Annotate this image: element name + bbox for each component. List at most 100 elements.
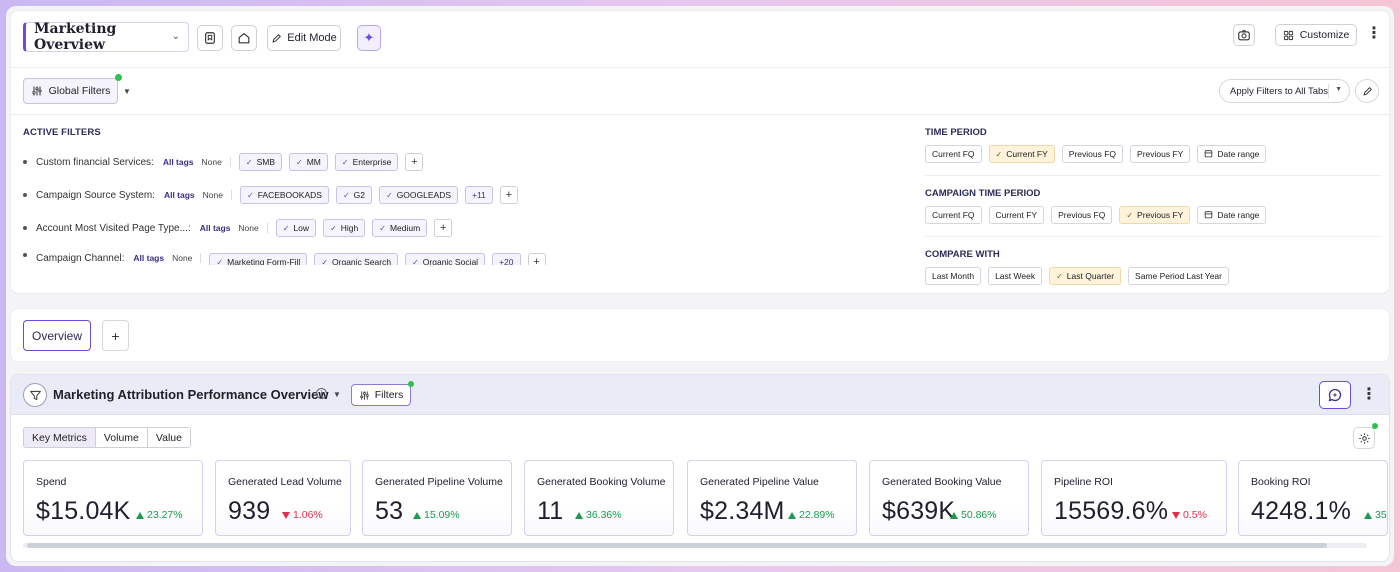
time-period-options: Current FQ ✓ Current FY Previous FQ Previous… xyxy=(925,145,1267,163)
metric-card[interactable]: Generated Pipeline Value $2.34M 22.89% xyxy=(687,460,857,536)
all-tags-link[interactable]: All tags xyxy=(200,223,231,233)
filter-tag[interactable]: ✓ High xyxy=(323,219,366,237)
all-tags-link[interactable]: All tags xyxy=(133,253,164,263)
filter-tag[interactable]: ✓ GOOGLEADS xyxy=(378,186,459,204)
filter-tag[interactable]: ✓ SMB xyxy=(238,153,282,171)
home-button[interactable] xyxy=(231,25,257,51)
caret-down-icon[interactable]: ▼ xyxy=(123,87,131,96)
metric-card[interactable]: Generated Booking Volume 11 36.36% xyxy=(524,460,674,536)
metric-value: 11 xyxy=(537,497,564,525)
metric-title: Generated Pipeline Value xyxy=(700,476,819,488)
widget-filters-button[interactable]: Filters xyxy=(351,381,414,406)
option-pill[interactable]: Date range xyxy=(1197,206,1267,224)
metric-card[interactable]: Generated Booking Value $639K 50.86% xyxy=(869,460,1029,536)
option-label: Last Quarter xyxy=(1066,271,1115,281)
filter-tag[interactable]: ✓ Low xyxy=(275,219,317,237)
calendar-icon xyxy=(1204,210,1213,221)
filter-row: Custom financial Services: All tags None ✓ S… xyxy=(23,152,424,172)
filter-tag[interactable]: ✓ Enterprise xyxy=(334,153,399,171)
filter-tag[interactable]: ✓ G2 xyxy=(335,186,372,204)
filter-tag-label: High xyxy=(340,223,359,233)
metric-title: Generated Booking Volume xyxy=(537,476,666,488)
filter-tag[interactable]: ✓ Organic Search xyxy=(314,253,399,265)
filter-tag[interactable]: ✓ FACEBOOKADS xyxy=(239,186,329,204)
filter-tag[interactable]: ✓ Marketing Form-Fill xyxy=(209,253,308,265)
metric-delta: 15.09% xyxy=(413,509,460,521)
metric-card[interactable]: Generated Pipeline Volume 53 15.09% xyxy=(362,460,512,536)
filter-tag-label: MM xyxy=(306,157,321,167)
segment-volume[interactable]: Volume xyxy=(96,428,148,447)
none-link[interactable]: None xyxy=(172,253,202,263)
tab-overview[interactable]: Overview xyxy=(23,320,91,351)
snapshot-button[interactable] xyxy=(1233,24,1255,46)
ai-assistant-button[interactable]: ✦ xyxy=(357,25,381,51)
segment-key-metrics[interactable]: Key Metrics xyxy=(24,428,96,447)
customize-button[interactable]: Customize xyxy=(1275,24,1357,46)
global-filters-button[interactable]: Global Filters xyxy=(23,74,122,104)
settings-button[interactable] xyxy=(1353,423,1378,449)
bullet xyxy=(23,193,27,197)
calendar-icon xyxy=(1204,149,1213,160)
active-indicator xyxy=(408,381,414,387)
more-tags-badge[interactable]: +11 xyxy=(465,186,493,204)
segment-value[interactable]: Value xyxy=(148,428,190,447)
more-tags-badge[interactable]: +20 xyxy=(492,253,521,265)
metric-delta: 22.89% xyxy=(788,509,835,521)
scrollbar-thumb[interactable] xyxy=(27,543,1327,548)
caret-down-icon[interactable]: ▼ xyxy=(333,390,341,399)
filter-tag[interactable]: ✓ MM xyxy=(288,153,328,171)
metric-card[interactable]: Pipeline ROI 15569.6% 0.5% xyxy=(1041,460,1227,536)
gear-icon xyxy=(1358,432,1370,444)
option-pill[interactable]: Current FQ xyxy=(925,145,982,163)
metric-card[interactable]: Spend $15.04K 23.27% xyxy=(23,460,203,536)
option-pill[interactable]: ✓ Previous FY xyxy=(1119,206,1191,224)
add-tag-button[interactable]: + xyxy=(434,219,453,237)
add-tag-button[interactable]: + xyxy=(527,253,546,265)
info-icon[interactable]: i xyxy=(316,388,327,399)
option-pill[interactable]: Same Period Last Year xyxy=(1128,267,1229,285)
option-pill[interactable]: Previous FQ xyxy=(1051,206,1113,224)
caret-down-icon[interactable]: ▼ xyxy=(1335,86,1342,93)
add-tag-button[interactable]: + xyxy=(499,186,518,204)
filter-row: Account Most Visited Page Type...: All ta… xyxy=(23,218,453,238)
edit-mode-button[interactable]: Edit Mode xyxy=(267,25,341,51)
filter-tag[interactable]: ✓ Organic Social xyxy=(405,253,486,265)
metric-delta: 0.5% xyxy=(1172,509,1207,521)
filter-tag[interactable]: ✓ Medium xyxy=(372,219,428,237)
bookmark-button[interactable] xyxy=(197,25,223,51)
option-pill[interactable]: Current FQ xyxy=(925,206,982,224)
pencil-icon xyxy=(1362,86,1372,96)
option-pill[interactable]: Previous FQ xyxy=(1061,145,1124,163)
metric-card[interactable]: Booking ROI 4248.1% 35 xyxy=(1238,460,1388,536)
all-tags-link[interactable]: All tags xyxy=(163,157,194,167)
option-pill[interactable]: Current FY xyxy=(988,206,1045,224)
delta-value: 15.09% xyxy=(424,509,460,521)
filter-row: Campaign Channel: All tags None ✓ Marketing … xyxy=(23,251,546,265)
apply-filters-button[interactable]: Apply Filters to All Tabs ▼ xyxy=(1219,79,1350,103)
option-pill[interactable]: Last Week xyxy=(988,267,1043,285)
dashboard-selector[interactable]: Marketing Overview ⌄ xyxy=(23,21,189,53)
metric-card[interactable]: Generated Lead Volume 939 1.06% xyxy=(215,460,351,536)
chat-button[interactable] xyxy=(1319,381,1351,409)
option-pill[interactable]: Previous FY xyxy=(1130,145,1191,163)
more-options-icon[interactable]: ⋮ xyxy=(1366,26,1382,42)
option-pill[interactable]: Last Month xyxy=(925,267,982,285)
option-pill[interactable]: ✓ Last Quarter xyxy=(1049,267,1122,285)
option-pill[interactable]: ✓ Current FY xyxy=(988,145,1055,163)
add-tab-button[interactable]: + xyxy=(102,320,129,351)
bullet xyxy=(23,160,27,164)
none-link[interactable]: None xyxy=(203,190,232,200)
delta-value: 1.06% xyxy=(293,509,323,521)
none-link[interactable]: None xyxy=(202,157,231,167)
add-tag-button[interactable]: + xyxy=(405,153,424,171)
all-tags-link[interactable]: All tags xyxy=(164,190,195,200)
none-link[interactable]: None xyxy=(238,223,268,233)
widget-title: Marketing Attribution Performance Overvi… xyxy=(53,387,329,402)
option-pill[interactable]: Date range xyxy=(1197,145,1267,163)
check-icon: ✓ xyxy=(379,223,386,233)
more-options-icon[interactable]: ⋮ xyxy=(1361,387,1377,403)
trend-up-icon xyxy=(413,511,421,519)
metric-delta: 35 xyxy=(1364,509,1387,521)
horizontal-scrollbar[interactable] xyxy=(23,543,1367,548)
edit-filters-button[interactable] xyxy=(1355,79,1379,103)
